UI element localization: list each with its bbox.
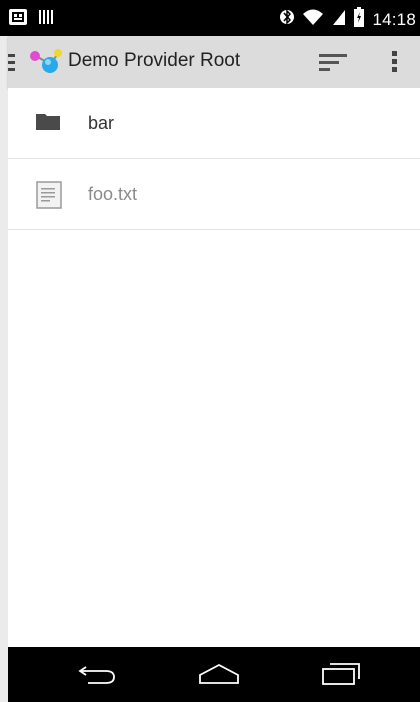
- drawer-icon[interactable]: [8, 52, 16, 77]
- file-list: bar foo.txt: [8, 88, 420, 230]
- list-item-label: foo.txt: [88, 184, 138, 204]
- folder-icon: [36, 112, 60, 137]
- overflow-menu-icon[interactable]: [391, 50, 399, 79]
- status-time: 14:18: [372, 9, 416, 29]
- list-item-label: bar: [88, 113, 115, 133]
- action-bar: Demo Provider Root: [8, 36, 420, 88]
- status-bar: 14:18: [0, 0, 420, 36]
- back-icon[interactable]: [78, 663, 116, 690]
- signal-icon: [332, 8, 346, 31]
- voicemail-icon: [8, 8, 28, 31]
- navigation-bar: [8, 647, 420, 702]
- recents-icon[interactable]: [322, 663, 360, 690]
- wifi-icon: [302, 8, 324, 31]
- list-item[interactable]: foo.txt: [8, 159, 420, 230]
- sort-icon[interactable]: [319, 53, 347, 76]
- status-left-icons: [8, 8, 56, 31]
- barcode-icon: [38, 8, 56, 31]
- status-right-icons: 14:18: [280, 7, 416, 32]
- app-logo-icon[interactable]: [28, 48, 64, 81]
- home-icon[interactable]: [198, 663, 240, 690]
- page-title: Demo Provider Root: [68, 50, 241, 71]
- left-frame-edge: [0, 0, 8, 702]
- battery-icon: [354, 7, 365, 32]
- document-icon: [36, 181, 62, 214]
- list-item[interactable]: bar: [8, 88, 420, 159]
- bluetooth-icon: [280, 7, 295, 32]
